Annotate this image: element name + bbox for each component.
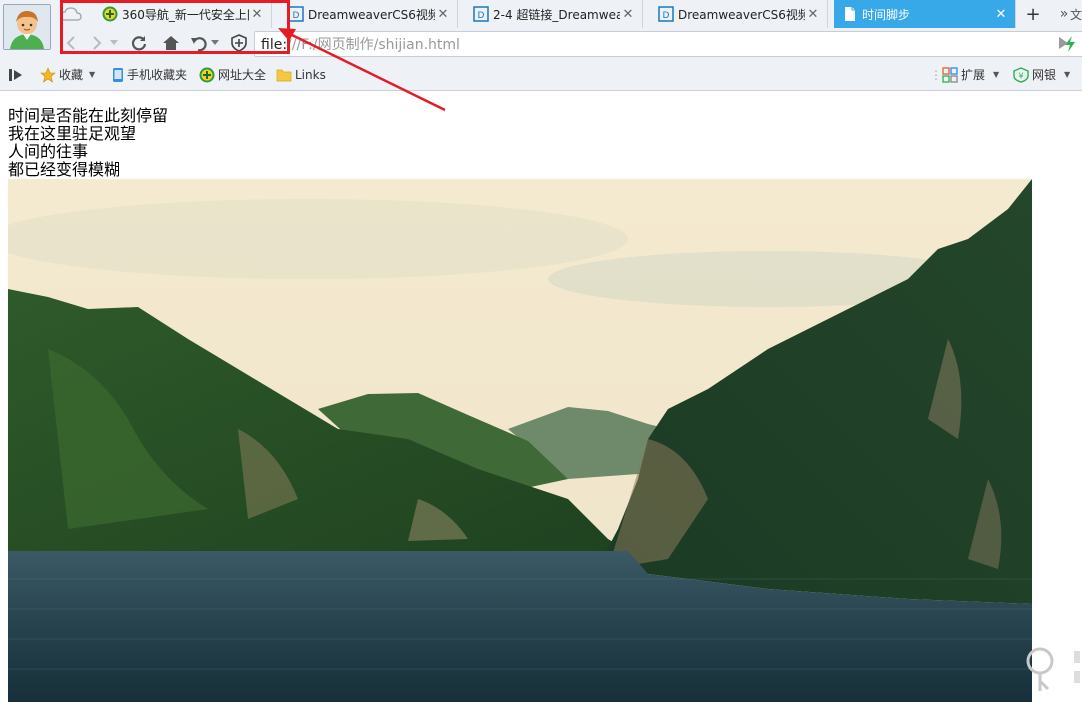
tab-title: DreamweaverCS6视频 — [678, 7, 805, 22]
poem-line-3: 人间的往事 — [8, 142, 89, 161]
play-icon — [1059, 37, 1068, 49]
tab-close-icon[interactable]: ✕ — [993, 7, 1009, 22]
svg-text:D: D — [663, 11, 670, 21]
tab-title: 时间脚步 — [862, 7, 911, 22]
tab-title: 2-4 超链接_Dreamwea — [493, 7, 620, 22]
svg-text:¥: ¥ — [1018, 71, 1023, 80]
extensions-button[interactable]: 扩展 ▼ — [942, 59, 999, 90]
tab-close-icon[interactable]: ✕ — [620, 7, 636, 22]
new-tab-button[interactable]: + — [1022, 3, 1044, 25]
annotation-arrow-icon — [278, 28, 446, 112]
chevron-down-icon: ▼ — [993, 70, 1000, 79]
watermark-logo — [1022, 645, 1082, 699]
poem-line-2: 我在这里驻足观望 — [8, 124, 137, 143]
extensions-icon — [942, 66, 958, 83]
tab-close-icon[interactable]: ✕ — [805, 7, 821, 22]
tab-shijian-active[interactable]: 时间脚步 ✕ — [834, 0, 1016, 28]
banking-label: 网银 — [1032, 68, 1057, 82]
go-button[interactable] — [1052, 32, 1074, 54]
more-tabs-tail: 文 — [1070, 7, 1082, 22]
bank-icon: ¥ — [1013, 66, 1029, 83]
chevron-down-icon: ▼ — [1064, 70, 1071, 79]
svg-text:D: D — [478, 11, 485, 21]
poem-line-4: 都已经变得模糊 — [8, 160, 121, 179]
dreamweaver-icon: D — [658, 6, 674, 22]
mountain-lake-photo — [8, 179, 1032, 702]
toolbar-separator: ⋮ — [930, 67, 942, 82]
tab-hyperlink[interactable]: D 2-4 超链接_Dreamwea ✕ — [465, 0, 643, 28]
dreamweaver-icon: D — [473, 6, 489, 22]
tab-dreamweaver-2[interactable]: D DreamweaverCS6视频 ✕ — [650, 0, 828, 28]
extensions-label: 扩展 — [961, 68, 986, 82]
online-banking-button[interactable]: ¥ 网银 ▼ — [1013, 59, 1070, 90]
document-icon — [842, 6, 858, 22]
